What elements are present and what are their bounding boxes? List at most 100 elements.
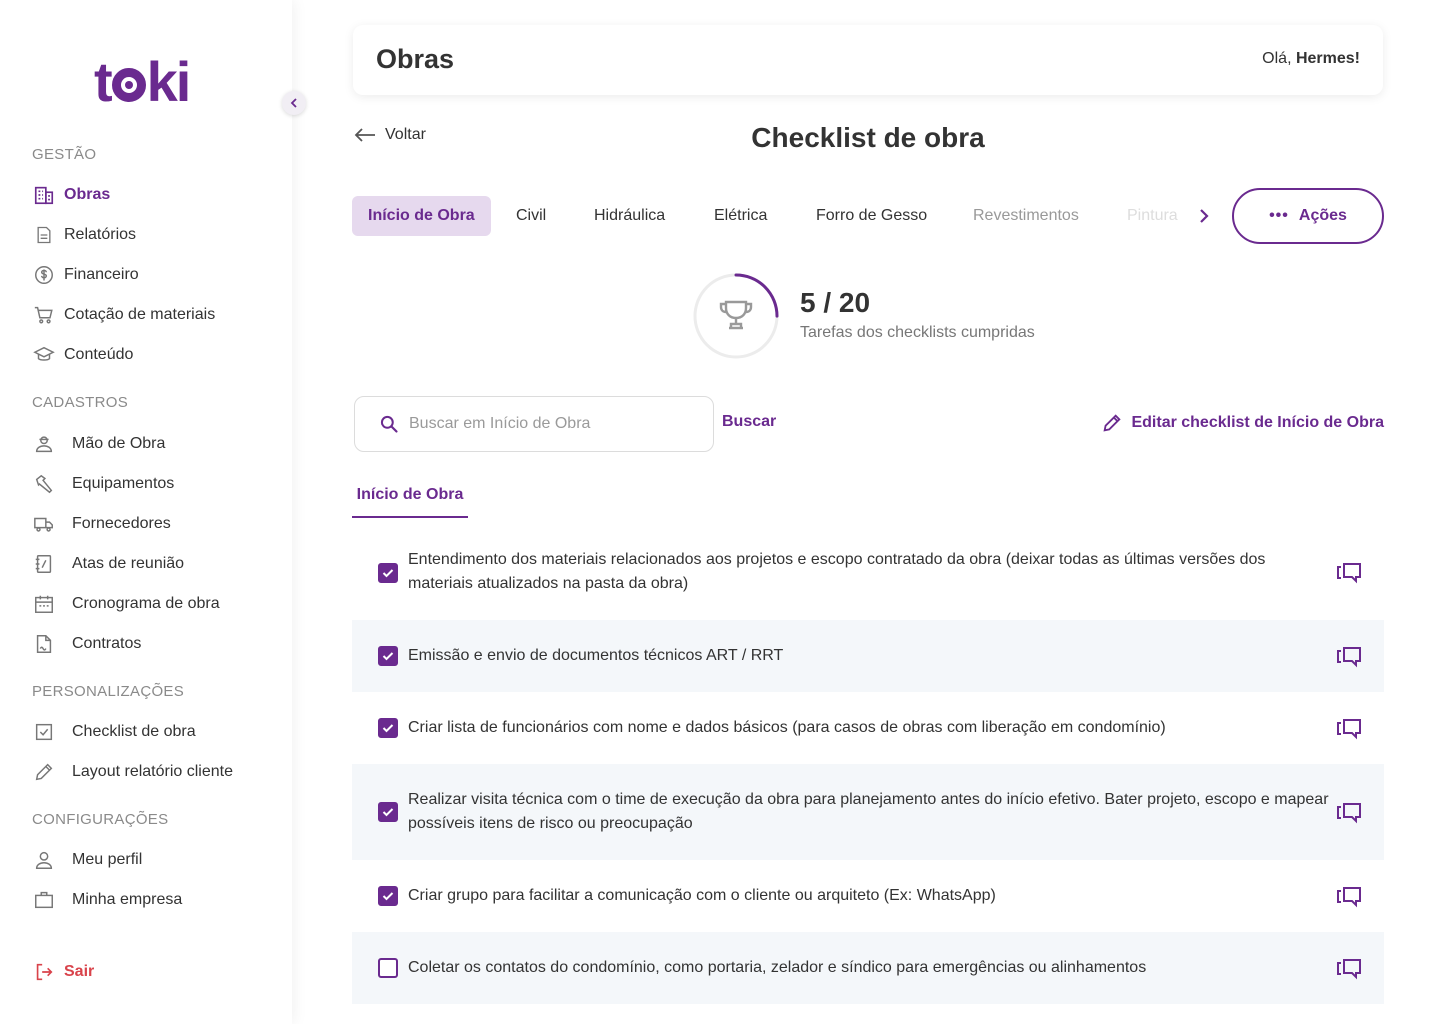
- comment-icon[interactable]: [1336, 955, 1362, 981]
- building-icon: [32, 183, 56, 207]
- sidebar-item-label: Conteúdo: [64, 346, 134, 363]
- sidebar-item-label: Cronograma de obra: [72, 595, 220, 612]
- logout-button[interactable]: Sair: [32, 959, 94, 985]
- top-header: Obras Olá, Hermes!: [353, 25, 1383, 95]
- check-icon: [382, 892, 394, 901]
- sidebar-item-contratos[interactable]: Contratos: [32, 631, 141, 657]
- collapse-sidebar-button[interactable]: [282, 91, 306, 115]
- chevron-right-icon: [1200, 209, 1209, 223]
- actions-label: Ações: [1298, 207, 1347, 224]
- sidebar-item-label: Atas de reunião: [72, 555, 185, 572]
- sidebar-item-cotacao[interactable]: Cotação de materiais: [32, 302, 215, 328]
- sidebar-item-obras[interactable]: Obras: [32, 182, 110, 208]
- sidebar-item-label: Financeiro: [64, 266, 139, 283]
- tab-forro-de-gesso[interactable]: Forro de Gesso: [800, 196, 943, 236]
- logout-icon: [32, 960, 56, 984]
- sidebar-item-minha-empresa[interactable]: Minha empresa: [32, 887, 182, 913]
- sidebar-item-financeiro[interactable]: Financeiro: [32, 262, 139, 288]
- checklist-item: Realizar visita técnica com o time de ex…: [352, 764, 1384, 860]
- sidebar-item-atas[interactable]: Atas de reunião: [32, 551, 184, 577]
- trophy-icon: [719, 300, 753, 330]
- checkbox[interactable]: [378, 718, 398, 738]
- sidebar-item-label: Cotação de materiais: [64, 306, 216, 323]
- checklist-item-text: Realizar visita técnica com o time de ex…: [408, 791, 1329, 832]
- comment-icon[interactable]: [1336, 715, 1362, 741]
- toki-logo[interactable]: t ki: [94, 52, 191, 112]
- comment-icon[interactable]: [1336, 799, 1362, 825]
- tab-pintura[interactable]: Pintura: [1111, 196, 1192, 236]
- checkbox[interactable]: [378, 563, 398, 583]
- tab-eletrica[interactable]: Elétrica: [698, 196, 783, 236]
- sidebar-item-relatorios[interactable]: Relatórios: [32, 222, 136, 248]
- section-title-personalizacoes: PERSONALIZAÇÕES: [32, 683, 185, 700]
- progress-label: Tarefas dos checklists cumpridas: [800, 324, 1035, 341]
- briefcase-icon: [32, 888, 56, 912]
- comment-icon[interactable]: [1336, 883, 1362, 909]
- chevron-left-icon: [290, 98, 297, 108]
- sidebar-item-label: Meu perfil: [72, 851, 143, 868]
- checklist-item: Emissão e envio de documentos técnicos A…: [352, 620, 1384, 692]
- notebook-icon: [32, 552, 56, 576]
- checkbox[interactable]: [378, 646, 398, 666]
- checklist-item-text: Coletar os contatos do condomínio, como …: [408, 959, 1147, 976]
- sidebar-item-mao-de-obra[interactable]: Mão de Obra: [32, 431, 165, 457]
- tab-inicio-de-obra[interactable]: Início de Obra: [352, 196, 491, 236]
- user-icon: [32, 848, 56, 872]
- checklist-item: Entendimento dos materiais relacionados …: [352, 534, 1384, 618]
- search-icon: [380, 415, 398, 433]
- sidebar-item-label: Obras: [64, 186, 111, 203]
- contract-icon: [32, 632, 56, 656]
- sidebar-item-label: Equipamentos: [72, 475, 175, 492]
- check-icon: [382, 569, 394, 578]
- progress-count: 5 / 20: [800, 287, 871, 318]
- sidebar-item-label: Fornecedores: [72, 515, 171, 532]
- section-tab-inicio-de-obra[interactable]: Início de Obra: [352, 480, 468, 518]
- checklist-item-text: Criar lista de funcionários com nome e d…: [408, 719, 1166, 736]
- checklist-item-text: Criar grupo para facilitar a comunicação…: [408, 887, 996, 904]
- section-title-configuracoes: CONFIGURAÇÕES: [32, 811, 169, 828]
- checkbox[interactable]: [378, 958, 398, 978]
- section-title-gestao: GESTÃO: [32, 146, 97, 163]
- sidebar-item-label: Contratos: [72, 635, 142, 652]
- page-title: Checklist de obra: [751, 122, 985, 153]
- comment-icon[interactable]: [1336, 559, 1362, 585]
- header-title: Obras: [376, 44, 455, 74]
- checkbox[interactable]: [378, 886, 398, 906]
- sidebar-item-label: Minha empresa: [72, 891, 183, 908]
- search-button[interactable]: Buscar: [722, 413, 776, 431]
- sidebar-item-label: Relatórios: [64, 226, 137, 243]
- user-greeting[interactable]: Olá, Hermes!: [1262, 50, 1360, 68]
- graduation-cap-icon: [32, 343, 56, 367]
- checkbox-icon: [32, 720, 56, 744]
- tab-hidraulica[interactable]: Hidráulica: [578, 196, 681, 236]
- calendar-icon: [32, 592, 56, 616]
- tab-revestimentos[interactable]: Revestimentos: [957, 196, 1095, 236]
- comment-icon[interactable]: [1336, 643, 1362, 669]
- dollar-icon: [32, 263, 56, 287]
- actions-button[interactable]: ••• Ações: [1232, 188, 1384, 244]
- checklist-item: Criar grupo para facilitar a comunicação…: [352, 860, 1384, 932]
- checkbox[interactable]: [378, 802, 398, 822]
- logout-label: Sair: [64, 963, 95, 980]
- sidebar-item-fornecedores[interactable]: Fornecedores: [32, 511, 171, 537]
- checklist-item-text: Emissão e envio de documentos técnicos A…: [408, 647, 784, 664]
- check-icon: [382, 808, 394, 817]
- sidebar-item-label: Checklist de obra: [72, 723, 196, 740]
- search-input[interactable]: [409, 415, 689, 433]
- edit-checklist-label: Editar checklist de Início de Obra: [1131, 414, 1384, 431]
- sidebar-item-conteudo[interactable]: Conteúdo: [32, 342, 133, 368]
- sidebar-item-equipamentos[interactable]: Equipamentos: [32, 471, 174, 497]
- checklist-item-text: Entendimento dos materiais relacionados …: [408, 551, 1266, 592]
- greeting-prefix: Olá,: [1262, 50, 1292, 67]
- search-box: [354, 396, 714, 452]
- tab-civil[interactable]: Civil: [500, 196, 562, 236]
- sidebar-item-layout-relatorio[interactable]: Layout relatório cliente: [32, 759, 233, 785]
- edit-checklist-button[interactable]: Editar checklist de Início de Obra: [1101, 412, 1384, 434]
- sidebar-item-checklist[interactable]: Checklist de obra: [32, 719, 196, 745]
- worker-icon: [32, 432, 56, 456]
- sidebar-item-meu-perfil[interactable]: Meu perfil: [32, 847, 142, 873]
- pencil-icon: [1103, 414, 1122, 432]
- tabs-next-button[interactable]: [1192, 203, 1216, 229]
- check-icon: [382, 652, 394, 661]
- sidebar-item-cronograma[interactable]: Cronograma de obra: [32, 591, 220, 617]
